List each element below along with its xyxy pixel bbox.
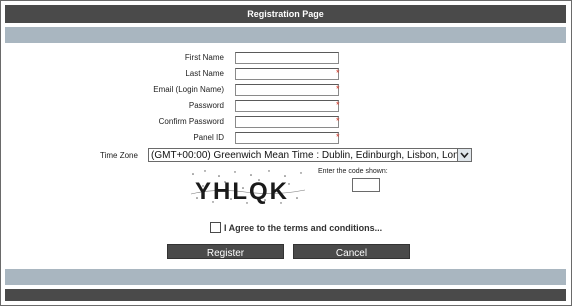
timezone-label: Time Zone [100, 151, 138, 160]
timezone-select[interactable]: (GMT+00:00) Greenwich Mean Time : Dublin… [148, 148, 472, 162]
timezone-selected-value: (GMT+00:00) Greenwich Mean Time : Dublin… [151, 150, 472, 161]
top-band [5, 27, 566, 43]
password-label: Password [188, 101, 224, 110]
password-input[interactable] [235, 100, 339, 112]
terms-agreement: I Agree to the terms and conditions... [210, 222, 382, 233]
page-title: Registration Page [5, 5, 566, 23]
confirm-password-label: Confirm Password [158, 117, 224, 126]
first-name-label: First Name [184, 53, 224, 62]
first-name-input[interactable] [235, 52, 339, 64]
bottom-band [5, 269, 566, 285]
confirm-password-input[interactable] [235, 116, 339, 128]
terms-checkbox[interactable] [210, 222, 221, 233]
captcha-text: YHLQK [195, 178, 289, 205]
cancel-button[interactable]: Cancel [293, 244, 410, 259]
required-marker: * [336, 132, 340, 142]
captcha-image: YHLQK [185, 168, 311, 206]
footer-bar [5, 289, 566, 301]
panel-id-label: Panel ID [193, 133, 224, 142]
email-input[interactable] [235, 84, 339, 96]
required-marker: * [336, 116, 340, 126]
email-label: Email (Login Name) [153, 85, 224, 94]
register-button[interactable]: Register [167, 244, 284, 259]
last-name-label: Last Name [185, 69, 224, 78]
required-marker: * [336, 100, 340, 110]
terms-label[interactable]: I Agree to the terms and conditions... [224, 223, 382, 233]
chevron-down-icon[interactable] [457, 149, 471, 161]
required-marker: * [336, 84, 340, 94]
captcha-input[interactable] [352, 178, 380, 192]
panel-id-input[interactable] [235, 132, 339, 144]
captcha-prompt: Enter the code shown: [318, 168, 388, 175]
last-name-input[interactable] [235, 68, 339, 80]
required-marker: * [336, 68, 340, 78]
